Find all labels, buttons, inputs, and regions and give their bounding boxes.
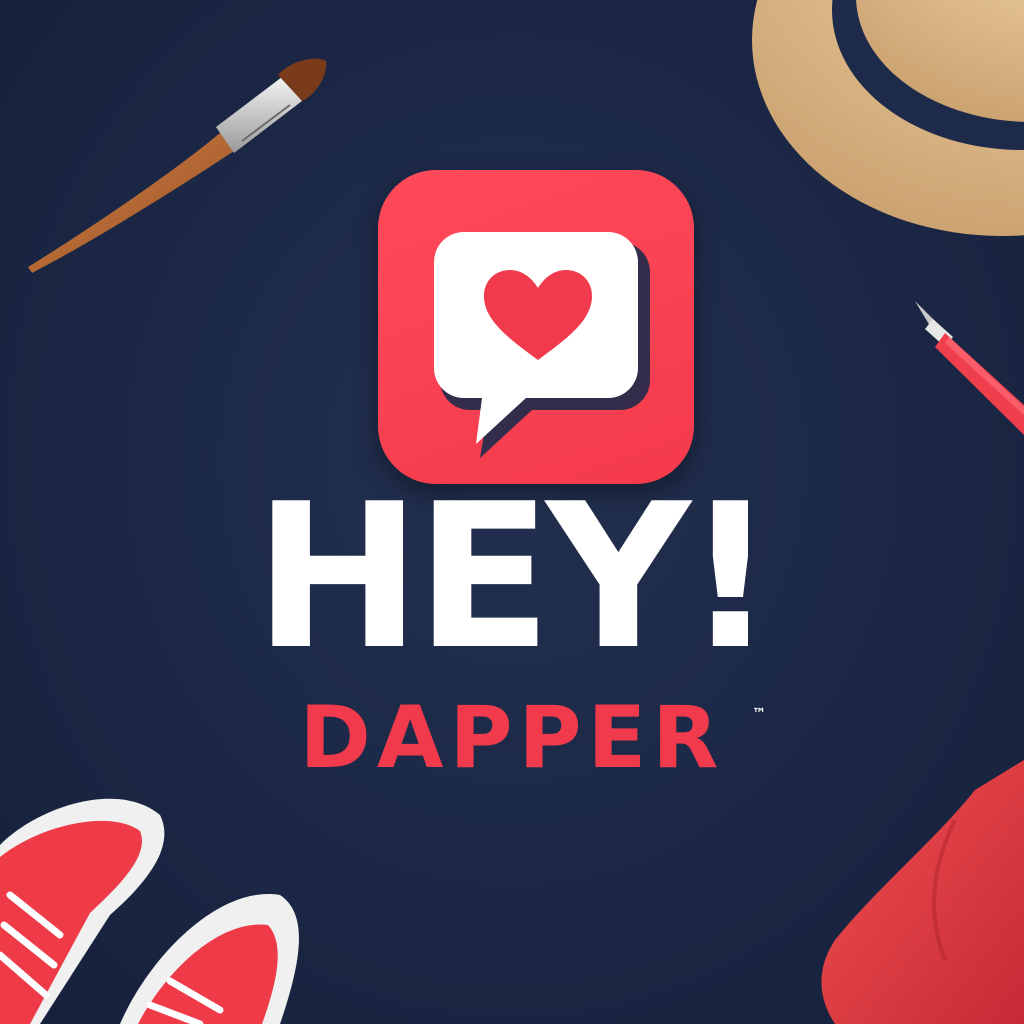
- app-icon: [378, 170, 694, 484]
- sneakers-icon: [0, 798, 299, 1024]
- brand-name: DAPPER: [299, 688, 725, 788]
- trademark-symbol: ™: [752, 706, 766, 722]
- straw-hat-icon: [752, 0, 1024, 236]
- pen-icon: [915, 301, 1024, 435]
- chat-bubble-heart-icon: [434, 232, 650, 458]
- folded-shirt-icon: [821, 760, 1024, 1024]
- headline: HEY!: [253, 461, 776, 694]
- paintbrush-icon: [28, 58, 327, 273]
